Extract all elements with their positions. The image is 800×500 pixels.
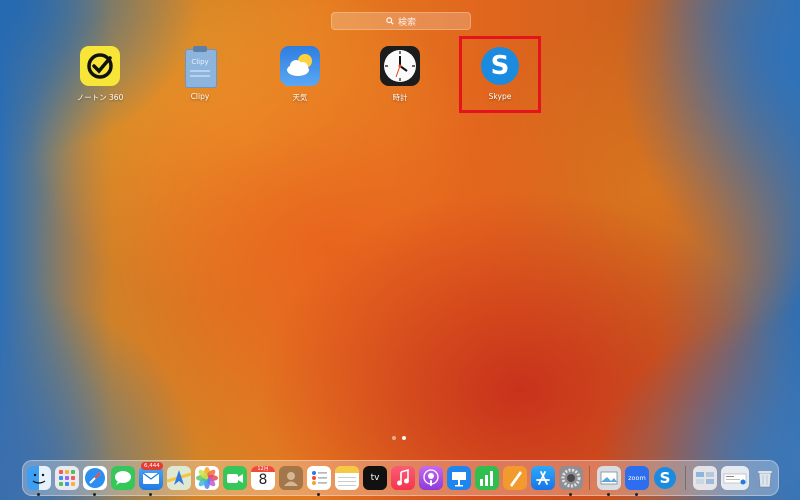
messages-icon[interactable] <box>111 466 135 490</box>
clipy-icon: Clipy <box>180 46 220 88</box>
search-icon <box>386 17 394 25</box>
clipy-icon-text: Clipy <box>191 58 209 66</box>
app-label: 天気 <box>292 93 308 102</box>
preview-icon[interactable] <box>597 466 621 490</box>
system-settings-icon[interactable] <box>559 466 583 490</box>
zoom-icon[interactable]: zoom <box>625 466 649 490</box>
keynote-icon[interactable] <box>447 466 471 490</box>
podcasts-icon[interactable] <box>419 466 443 490</box>
dock-separator <box>589 466 590 490</box>
finder-icon[interactable] <box>27 466 51 490</box>
mail-badge: 6,444 <box>141 462 163 470</box>
maps-icon[interactable] <box>167 466 191 490</box>
running-indicator <box>317 493 320 496</box>
app-label: ノートン 360 <box>76 93 124 102</box>
photos-icon[interactable] <box>195 466 219 490</box>
app-store-icon[interactable] <box>531 466 555 490</box>
notes-icon[interactable] <box>335 466 359 490</box>
dock-skype-letter: S <box>654 467 676 489</box>
safari-icon[interactable] <box>83 466 107 490</box>
downloads-stack-icon[interactable] <box>693 466 717 490</box>
dock-separator <box>685 466 686 490</box>
reminders-icon[interactable] <box>307 466 331 490</box>
page-dot[interactable] <box>392 436 396 440</box>
clock-icon <box>380 46 420 86</box>
app-label: 時計 <box>392 93 408 102</box>
running-indicator <box>37 493 40 496</box>
facetime-icon[interactable] <box>223 466 247 490</box>
running-indicator <box>149 493 152 496</box>
page-dot-active[interactable] <box>402 436 406 440</box>
trash-icon[interactable] <box>753 466 777 490</box>
numbers-icon[interactable] <box>475 466 499 490</box>
contacts-icon[interactable] <box>279 466 303 490</box>
skype-highlight-box <box>459 36 541 113</box>
search-placeholder: 検索 <box>397 17 416 28</box>
calendar-day: 8 <box>258 472 268 488</box>
apple-tv-label: tv <box>370 473 380 483</box>
calendar-icon[interactable]: 12月 8 <box>251 466 275 490</box>
launchpad-icon[interactable] <box>55 466 79 490</box>
dock-skype-icon[interactable]: S <box>653 466 677 490</box>
running-indicator <box>93 493 96 496</box>
page-indicator <box>392 436 406 440</box>
running-indicator <box>569 493 572 496</box>
norton-icon <box>80 46 120 86</box>
app-weather[interactable]: 天気 <box>260 46 340 103</box>
app-label: Clipy <box>190 92 210 101</box>
running-indicator <box>635 493 638 496</box>
zoom-label: zoom <box>628 474 646 482</box>
apple-tv-icon[interactable]: tv <box>363 466 387 490</box>
music-icon[interactable] <box>391 466 415 490</box>
running-indicator <box>607 493 610 496</box>
weather-icon <box>280 46 320 86</box>
app-clock[interactable]: 時計 <box>360 46 440 103</box>
app-norton[interactable]: ノートン 360 <box>60 46 140 103</box>
search-field[interactable]: 検索 <box>331 12 471 30</box>
app-clipy[interactable]: Clipy Clipy <box>160 46 240 101</box>
pages-icon[interactable] <box>503 466 527 490</box>
documents-stack-icon[interactable] <box>721 466 749 490</box>
